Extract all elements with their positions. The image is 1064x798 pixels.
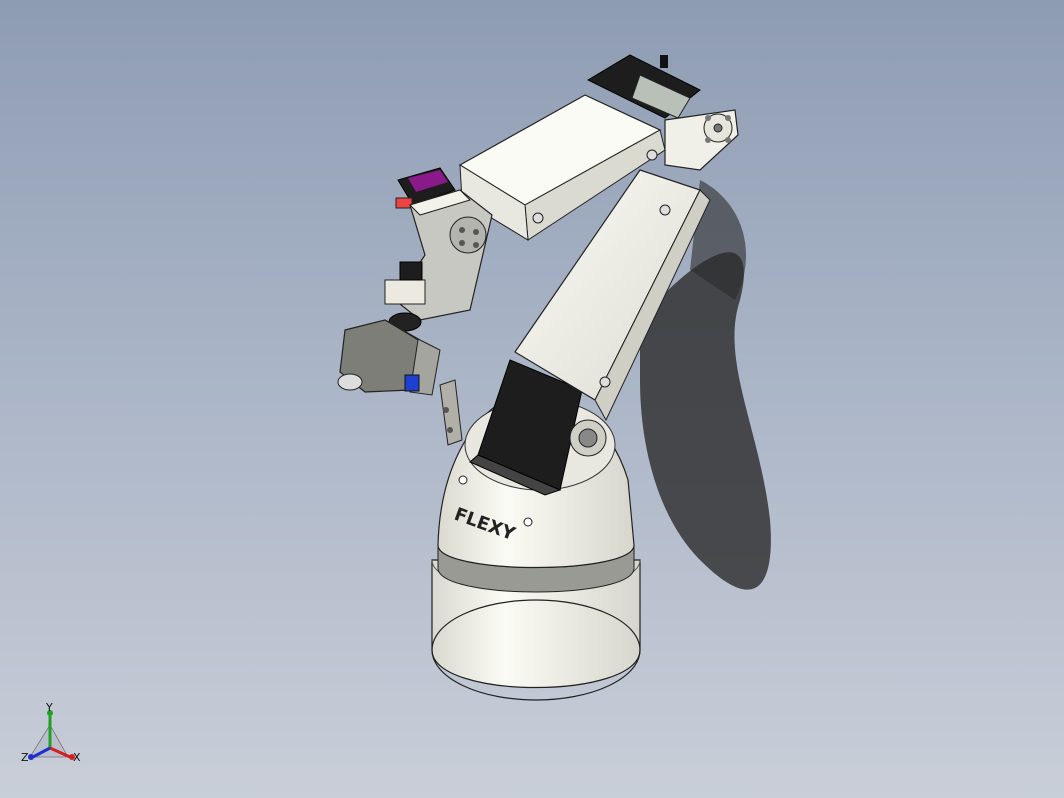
triad-x-label: X [73, 751, 81, 764]
cad-viewport[interactable]: FLEXY Y X Z [0, 0, 1064, 798]
coordinate-triad: Y X Z [21, 701, 81, 764]
elbow-bracket[interactable] [664, 109, 739, 171]
wrist-bracket[interactable] [384, 189, 493, 321]
triad-y-label: Y [45, 701, 53, 714]
triad-z-label: Z [21, 751, 29, 764]
gripper[interactable] [337, 312, 463, 446]
